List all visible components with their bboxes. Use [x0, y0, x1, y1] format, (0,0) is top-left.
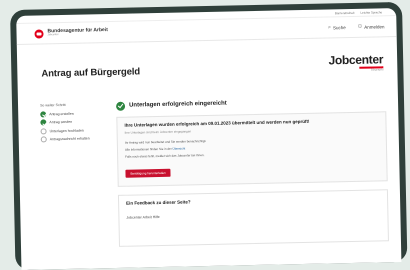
feedback-subtitle: Jobcenter Arbeit Hilfe	[126, 214, 160, 220]
steps-heading: So weiter Schritt	[39, 102, 66, 107]
user-icon: ⚇	[357, 23, 363, 30]
jobcenter-name: Jobcenter	[328, 52, 384, 68]
step-done-icon	[40, 119, 47, 126]
logo-subtitle: Jobcenter	[47, 33, 59, 37]
step-open-icon	[40, 136, 47, 143]
logo-text: Bundesagentur für Arbeit Jobcenter	[47, 27, 108, 37]
status-title: Unterlagen erfolgreich eingereicht	[129, 100, 227, 109]
progress-steps: So weiter Schritt Antrag erstellen Antra…	[40, 101, 119, 248]
main-panel: Unterlagen erfolgreich eingereicht Ihre …	[115, 96, 401, 247]
step-item: Antrag erstellen	[40, 109, 116, 117]
jobcenter-logo: Jobcenter Bürgergeld	[328, 52, 384, 73]
step-done-icon	[40, 110, 47, 117]
step-label: Antrag erstellen	[49, 111, 74, 116]
site-logo[interactable]: Bundesagentur für Arbeit Jobcenter	[34, 27, 108, 39]
step-item: Antrag senden	[40, 118, 116, 126]
browser-screen: Barrierefreiheit Leichte Sprache Bundesa…	[16, 8, 402, 270]
header-actions: ⌕ Suche ⚇ Anmelden	[328, 23, 385, 31]
card-text-prefix: Alle Informationen finden Sie in der	[124, 146, 172, 152]
page-title: Antrag auf Bürgergeld	[41, 65, 141, 79]
step-item: Unterlagen hochladen	[40, 126, 117, 134]
confirmation-card: Ihre Unterlagen wurden erfolgreich am 09…	[116, 110, 388, 187]
step-label: Unterlagen hochladen	[49, 128, 84, 133]
step-label: Antragsnachricht erhalten	[49, 136, 90, 142]
step-item: Antragsnachricht erhalten	[40, 135, 117, 143]
search-icon: ⌕	[328, 24, 332, 31]
content-area: So weiter Schritt Antrag erstellen Antra…	[17, 72, 400, 249]
login-button[interactable]: ⚇ Anmelden	[358, 23, 385, 30]
login-label: Anmelden	[364, 23, 385, 30]
feedback-title: Ein Feedback zu dieser Seite?	[126, 198, 191, 206]
download-confirmation-button[interactable]: Bestätigung herunterladen	[125, 168, 171, 178]
device-frame: Barrierefreiheit Leichte Sprache Bundesa…	[10, 1, 408, 270]
feedback-box: Ein Feedback zu dieser Seite? Jobcenter …	[117, 188, 389, 247]
utility-link-easy-language[interactable]: Leichte Sprache	[360, 10, 382, 14]
utility-link-accessibility[interactable]: Barrierefreiheit	[335, 10, 355, 14]
ba-logo-icon	[34, 28, 44, 39]
search-button[interactable]: ⌕ Suche	[328, 24, 346, 30]
check-circle-icon	[115, 101, 126, 111]
search-label: Suche	[332, 24, 346, 30]
step-open-icon	[40, 127, 47, 134]
step-label: Antrag senden	[49, 119, 73, 125]
overview-link[interactable]: Übersicht	[172, 146, 185, 150]
status-row: Unterlagen erfolgreich eingereicht	[115, 96, 386, 111]
